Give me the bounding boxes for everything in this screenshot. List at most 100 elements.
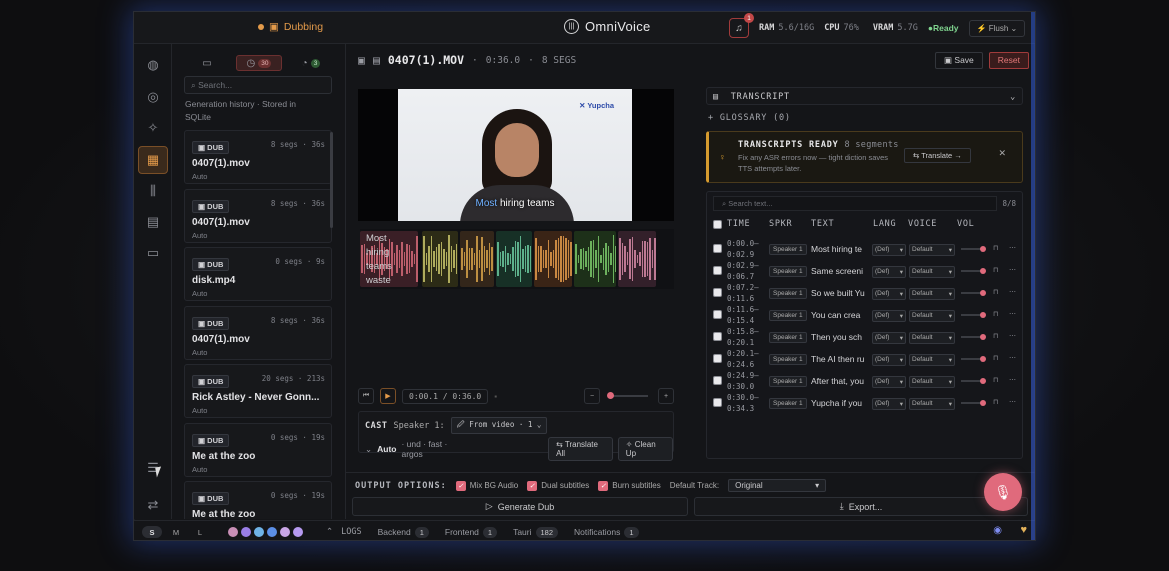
tab-queue[interactable]: ◔ 3 bbox=[288, 55, 334, 71]
row-more-icon[interactable]: ⋯ bbox=[1009, 288, 1016, 296]
waveform-segment[interactable] bbox=[534, 231, 572, 287]
waveform-segment[interactable] bbox=[618, 231, 656, 287]
row-volume-slider[interactable] bbox=[961, 267, 986, 274]
row-volume-slider[interactable] bbox=[961, 289, 986, 296]
row-more-icon[interactable]: ⋯ bbox=[1009, 310, 1016, 318]
select-all-checkbox[interactable] bbox=[713, 220, 722, 229]
row-checkbox[interactable] bbox=[713, 244, 722, 253]
glossary-toggle[interactable]: + GLOSSARY (0) bbox=[708, 113, 791, 123]
heart-icon[interactable]: ♥ bbox=[1020, 524, 1027, 536]
row-voice-select[interactable]: Default ▾ bbox=[909, 310, 955, 322]
row-volume-slider[interactable] bbox=[961, 399, 986, 406]
magic-wand-icon[interactable]: ✧ bbox=[144, 119, 162, 137]
row-volume-slider[interactable] bbox=[961, 333, 986, 340]
row-volume-handle[interactable] bbox=[980, 267, 986, 274]
row-checkbox[interactable] bbox=[713, 332, 722, 341]
row-lock-icon[interactable]: ⊓ bbox=[993, 376, 998, 384]
history-item[interactable]: ▣ DUB 0 segs · 9s disk.mp4 Auto bbox=[184, 247, 332, 301]
dubbing-film-icon[interactable]: ▦ bbox=[138, 146, 168, 174]
frontend-log-tab[interactable]: Frontend 1 bbox=[445, 526, 498, 538]
row-lock-icon[interactable]: ⊓ bbox=[993, 288, 998, 296]
save-button[interactable]: ▣ Save bbox=[935, 52, 983, 69]
chevron-down-icon[interactable]: ⌄ bbox=[365, 444, 372, 455]
transcript-row[interactable]: 0:11.6– 0:15.4 Speaker 1 You can crea (Def) ▾… bbox=[713, 304, 1018, 326]
row-speaker-select[interactable]: Speaker 1 bbox=[769, 266, 807, 277]
row-text-input[interactable]: After that, you bbox=[811, 376, 869, 386]
row-checkbox[interactable] bbox=[713, 266, 722, 275]
transcript-row[interactable]: 0:15.8– 0:20.1 Speaker 1 Then you sch (Def) ▾… bbox=[713, 326, 1018, 348]
row-volume-slider[interactable] bbox=[961, 311, 986, 318]
waveform-segment[interactable] bbox=[496, 231, 532, 287]
zoom-slider-handle[interactable] bbox=[607, 392, 614, 399]
speaker-voice-select[interactable]: 🖉 From video · 1 ⌄ bbox=[450, 417, 548, 434]
history-item[interactable]: ▣ DUB 20 segs · 213s Rick Astley - Never G… bbox=[184, 364, 332, 418]
row-checkbox[interactable] bbox=[713, 354, 722, 363]
row-volume-handle[interactable] bbox=[980, 311, 986, 318]
waveform-segment[interactable] bbox=[574, 231, 616, 287]
panel-toggle-icon[interactable]: ▣ bbox=[358, 53, 365, 67]
row-more-icon[interactable]: ⋯ bbox=[1009, 266, 1016, 274]
transcript-row[interactable]: 0:02.9– 0:06.7 Speaker 1 Same screeni (Def) ▾… bbox=[713, 260, 1018, 282]
default-track-select[interactable]: Original ▾ bbox=[728, 479, 827, 492]
row-checkbox[interactable] bbox=[713, 288, 722, 297]
row-voice-select[interactable]: Default ▾ bbox=[909, 376, 955, 388]
row-volume-slider[interactable] bbox=[961, 355, 986, 362]
transcript-row[interactable]: 0:30.0– 0:34.3 Speaker 1 Yupcha if you (Def)… bbox=[713, 392, 1018, 414]
row-checkbox[interactable] bbox=[713, 376, 722, 385]
dual-subtitles-checkbox[interactable]: ✓ Dual subtitles bbox=[527, 480, 589, 491]
row-volume-slider[interactable] bbox=[961, 245, 986, 252]
history-item[interactable]: ▣ DUB 8 segs · 36s 0407(1).mov Auto bbox=[184, 188, 332, 243]
row-text-input[interactable]: Most hiring te bbox=[811, 244, 869, 254]
chevron-down-icon[interactable]: ⌄ bbox=[1010, 92, 1016, 102]
reset-button[interactable]: Reset bbox=[988, 52, 1029, 69]
row-lang-select[interactable]: (Def) ▾ bbox=[872, 310, 906, 322]
zoom-out-button[interactable]: − bbox=[584, 388, 600, 404]
row-checkbox[interactable] bbox=[713, 310, 722, 319]
generate-dub-button[interactable]: ▷ Generate Dub bbox=[352, 497, 688, 516]
row-lock-icon[interactable]: ⊓ bbox=[993, 310, 998, 318]
export-button[interactable]: ⤓ Export... bbox=[694, 497, 1028, 516]
row-speaker-select[interactable]: Speaker 1 bbox=[769, 288, 807, 299]
tab-history[interactable]: ◷ 30 bbox=[236, 55, 282, 71]
row-more-icon[interactable]: ⋯ bbox=[1009, 398, 1016, 406]
waveform-segment[interactable] bbox=[460, 231, 494, 287]
row-lock-icon[interactable]: ⊓ bbox=[993, 398, 998, 406]
play-button[interactable]: ▶ bbox=[380, 388, 396, 404]
voice-clone-icon[interactable]: ◎ bbox=[144, 88, 162, 106]
history-item[interactable]: ▣ DUB 0 segs · 19s Me at the zoo bbox=[184, 481, 332, 519]
transcript-header[interactable]: ▤ TRANSCRIPT ⌄ bbox=[706, 87, 1023, 105]
row-lang-select[interactable]: (Def) ▾ bbox=[872, 288, 906, 300]
transcript-row[interactable]: 0:00.0– 0:02.9 Speaker 1 Most hiring te (Def… bbox=[713, 238, 1018, 260]
marker-icon[interactable]: ▪ bbox=[494, 392, 497, 401]
size-small-button[interactable]: S bbox=[142, 526, 162, 538]
theme-dot[interactable] bbox=[280, 527, 290, 537]
clean-up-button[interactable]: ✧ Clean Up bbox=[617, 437, 673, 461]
row-lock-icon[interactable]: ⊓ bbox=[993, 244, 998, 252]
auto-label[interactable]: Auto bbox=[377, 444, 396, 454]
notifications-button[interactable]: ♫ 1 bbox=[729, 13, 754, 38]
theme-dot[interactable] bbox=[267, 527, 277, 537]
theme-dot[interactable] bbox=[254, 527, 264, 537]
row-lang-select[interactable]: (Def) ▾ bbox=[872, 244, 906, 256]
mix-bg-audio-checkbox[interactable]: ✓ Mix BG Audio bbox=[455, 480, 518, 491]
row-speaker-select[interactable]: Speaker 1 bbox=[769, 398, 807, 409]
row-lock-icon[interactable]: ⊓ bbox=[993, 332, 998, 340]
row-lang-select[interactable]: (Def) ▾ bbox=[872, 398, 906, 410]
skip-back-button[interactable]: ⏮ bbox=[358, 388, 374, 404]
history-search-input[interactable]: ⌕ Search... bbox=[184, 76, 332, 94]
row-voice-select[interactable]: Default ▾ bbox=[909, 266, 955, 278]
row-voice-select[interactable]: Default ▾ bbox=[909, 354, 955, 366]
row-checkbox[interactable] bbox=[713, 398, 722, 407]
row-speaker-select[interactable]: Speaker 1 bbox=[769, 376, 807, 387]
logs-label[interactable]: LOGS bbox=[341, 527, 361, 537]
row-volume-handle[interactable] bbox=[980, 399, 986, 406]
waveform-segment[interactable] bbox=[422, 231, 458, 287]
tab-files[interactable]: ▭ bbox=[184, 55, 230, 71]
folder-icon[interactable]: ▭ bbox=[144, 244, 162, 262]
transcript-row[interactable]: 0:24.9– 0:30.0 Speaker 1 After that, you (De… bbox=[713, 370, 1018, 392]
row-speaker-select[interactable]: Speaker 1 bbox=[769, 310, 807, 321]
row-more-icon[interactable]: ⋯ bbox=[1009, 244, 1016, 252]
row-lang-select[interactable]: (Def) ▾ bbox=[872, 266, 906, 278]
row-speaker-select[interactable]: Speaker 1 bbox=[769, 332, 807, 343]
row-text-input[interactable]: So we built Yu bbox=[811, 288, 869, 298]
